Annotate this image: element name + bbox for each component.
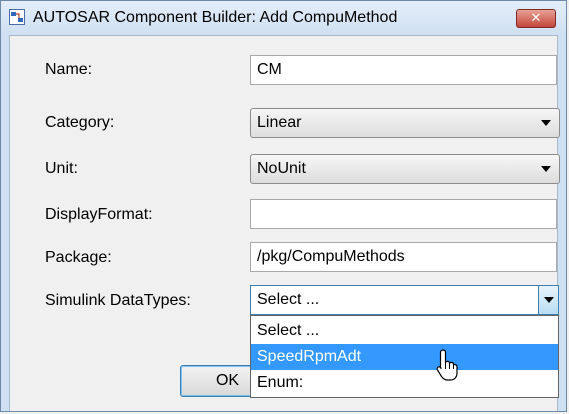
display-format-label: DisplayFormat: (45, 206, 153, 223)
dropdown-option-enum[interactable]: Enum: (251, 370, 558, 396)
name-field[interactable]: CM (250, 55, 557, 85)
chevron-down-icon (544, 297, 554, 303)
chevron-down-icon (541, 120, 551, 126)
close-button[interactable]: ✕ (516, 9, 556, 28)
chevron-down-icon (541, 166, 551, 172)
unit-value: NoUnit (257, 160, 306, 177)
dropdown-option-select[interactable]: Select ... (251, 318, 558, 344)
name-label: Name: (45, 61, 93, 78)
name-value: CM (257, 61, 282, 78)
simulink-app-icon (9, 9, 25, 25)
package-label: Package: (45, 249, 112, 266)
unit-label: Unit: (45, 160, 78, 177)
display-format-field[interactable] (250, 199, 557, 229)
simulink-datatypes-combo[interactable]: Select ... (250, 285, 559, 315)
simulink-datatypes-label: Simulink DataTypes: (45, 292, 191, 309)
package-field[interactable]: /pkg/CompuMethods (250, 242, 557, 272)
ok-button-label: OK (215, 372, 240, 389)
dropdown-button[interactable] (538, 286, 558, 314)
dropdown-option-speedrpmadt[interactable]: SpeedRpmAdt (251, 344, 558, 370)
mouse-pointer-icon (436, 349, 458, 381)
category-select[interactable]: Linear (250, 108, 560, 138)
package-value: /pkg/CompuMethods (257, 248, 405, 265)
window-title: AUTOSAR Component Builder: Add CompuMeth… (33, 9, 398, 26)
close-icon: ✕ (530, 10, 542, 25)
unit-select[interactable]: NoUnit (250, 154, 560, 184)
title-bar[interactable]: AUTOSAR Component Builder: Add CompuMeth… (1, 1, 566, 35)
simulink-datatypes-value: Select ... (257, 291, 320, 308)
simulink-datatypes-dropdown-list: Select ... SpeedRpmAdt Enum: (250, 315, 559, 398)
category-value: Linear (257, 114, 302, 131)
category-label: Category: (45, 114, 115, 131)
